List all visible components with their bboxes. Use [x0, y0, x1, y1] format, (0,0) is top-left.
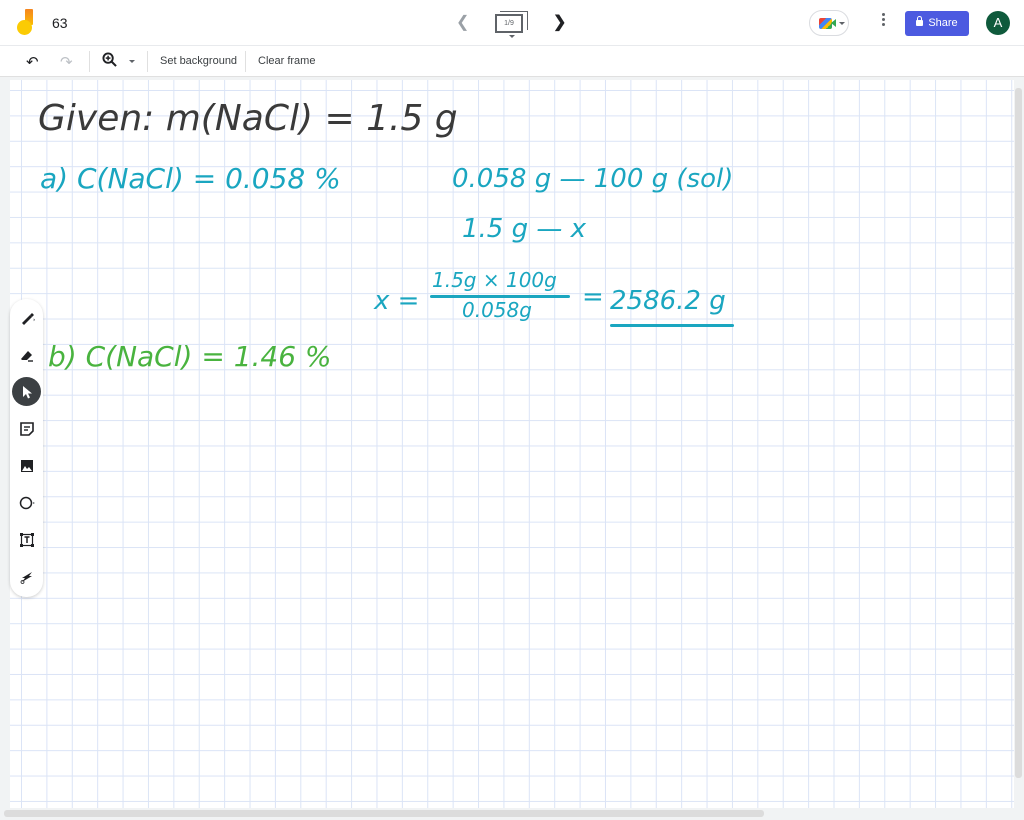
redo-icon[interactable]: ↷ [60, 53, 73, 71]
sticky-note-tool-button[interactable] [12, 414, 41, 443]
text-box-icon [19, 532, 34, 547]
horizontal-scrollbar[interactable] [4, 810, 764, 817]
pen-icon [21, 312, 35, 325]
whiteboard-canvas[interactable]: Given: m(NaCl) = 1.5 g a) C(NaCl) = 0.05… [10, 80, 1014, 808]
laser-icon [20, 571, 32, 584]
divider [89, 51, 90, 72]
frame-bar-toggle[interactable]: 1/9 [495, 11, 529, 38]
more-vert-icon[interactable] [880, 13, 886, 33]
proportion-line-2: 1.5 g — x [462, 214, 587, 244]
eraser-tool-button[interactable] [12, 340, 41, 369]
divider [147, 51, 148, 72]
toolbar: ↶ ↷ Set background Clear frame [0, 46, 1024, 77]
divider [245, 51, 246, 72]
lock-icon [916, 16, 924, 26]
avatar[interactable]: A [986, 11, 1010, 35]
fraction-numerator: 1.5g × 100g [432, 268, 557, 292]
share-label: Share [928, 17, 958, 29]
select-arrow-icon [22, 385, 32, 398]
select-tool-button[interactable] [12, 377, 41, 406]
meet-button[interactable] [809, 10, 849, 36]
next-frame-button[interactable]: ❯ [553, 12, 566, 32]
vertical-scrollbar[interactable] [1015, 88, 1022, 778]
zoom-dropdown-caret-icon[interactable] [129, 60, 135, 63]
text-box-tool-button[interactable] [12, 525, 41, 554]
circle-shape-icon [19, 496, 35, 509]
top-bar: 63 ❮ 1/9 ❯ Share A [0, 0, 1024, 46]
image-icon [20, 459, 33, 472]
equals-sign: = [582, 282, 604, 312]
sticky-note-icon [19, 421, 34, 436]
document-title[interactable]: 63 [52, 15, 68, 31]
proportion-line-1: 0.058 g — 100 g (sol) [452, 164, 734, 194]
part-b-text: b) C(NaCl) = 1.46 % [48, 340, 332, 373]
previous-frame-button[interactable]: ❮ [456, 12, 469, 32]
fraction-denominator: 0.058g [462, 298, 532, 322]
clear-frame-button[interactable]: Clear frame [258, 55, 315, 67]
set-background-button[interactable]: Set background [160, 55, 237, 67]
image-tool-button[interactable] [12, 451, 41, 480]
caret-down-icon [509, 35, 515, 38]
part-a-text: a) C(NaCl) = 0.058 % [40, 162, 341, 195]
given-text: Given: m(NaCl) = 1.5 g [38, 98, 458, 139]
undo-icon[interactable]: ↶ [26, 53, 39, 71]
zoom-in-icon[interactable] [102, 52, 117, 71]
result-value: 2586.2 g [610, 286, 726, 316]
jamboard-logo-icon[interactable] [16, 9, 38, 37]
x-equals: x = [374, 286, 420, 316]
shape-tool-button[interactable] [12, 488, 41, 517]
pen-tool-button[interactable] [12, 303, 41, 332]
frame-indicator: 1/9 [495, 14, 523, 33]
share-button[interactable]: Share [905, 11, 969, 36]
caret-down-icon [839, 22, 845, 25]
laser-tool-button[interactable] [12, 562, 41, 591]
eraser-icon [20, 350, 33, 362]
result-underline [610, 324, 734, 327]
tool-palette [10, 299, 43, 597]
